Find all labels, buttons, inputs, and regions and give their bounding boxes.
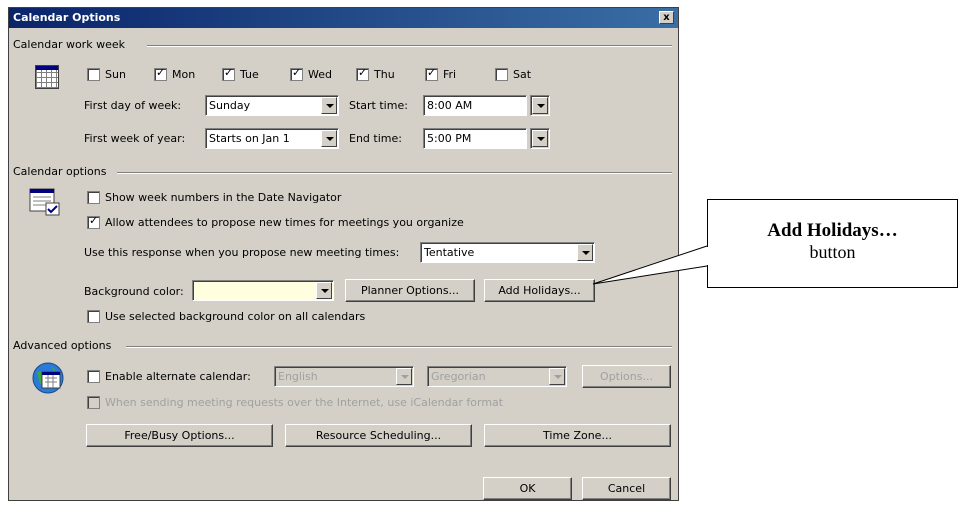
- add-holidays-callout: Add Holidays… button: [707, 199, 958, 288]
- callout-title: Add Holidays…: [767, 220, 898, 241]
- callout-subtitle: button: [809, 242, 856, 262]
